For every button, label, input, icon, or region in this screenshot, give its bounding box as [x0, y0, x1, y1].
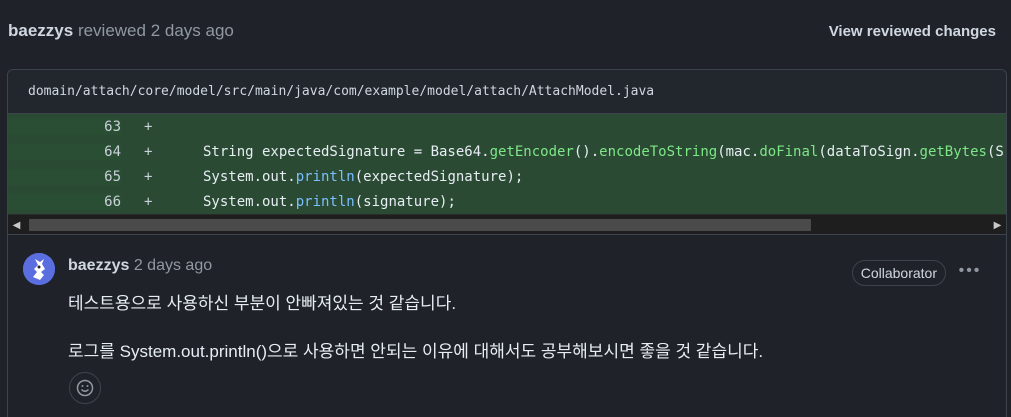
code-token: (S: [986, 143, 1004, 160]
line-number[interactable]: 66: [8, 193, 121, 210]
avatar-graphic: [23, 253, 55, 285]
code-content: System.out.println(expectedSignature);: [144, 169, 523, 185]
avatar-icon[interactable]: [23, 253, 55, 285]
review-comment: baezzys 2 days ago Collaborator ••• 테스트용…: [8, 234, 1006, 417]
comment-paragraph: 로그를 System.out.println()으로 사용하면 안되는 이유에 …: [68, 342, 764, 361]
smiley-graphic: [76, 379, 94, 397]
code-token: getEncoder: [489, 143, 574, 160]
scroll-left-arrow-icon[interactable]: ◀: [8, 215, 25, 235]
more-options-icon[interactable]: •••: [958, 259, 982, 283]
code-token: System.out.: [203, 168, 296, 185]
code-content: System.out.println(signature);: [144, 194, 456, 210]
code-token: encodeToString: [599, 143, 718, 160]
diff-hunk: 63 +64 + String expectedSignature = Base64.…: [8, 114, 1006, 214]
code-token: (signature);: [354, 193, 456, 210]
horizontal-scrollbar[interactable]: ◀ ▶: [8, 214, 1006, 234]
comment-author[interactable]: baezzys: [68, 257, 129, 274]
diff-sign: +: [144, 168, 153, 185]
line-number[interactable]: 65: [8, 168, 121, 185]
line-number[interactable]: 63: [8, 118, 121, 135]
diff-line: 66 + System.out.println(signature);: [8, 189, 1006, 214]
code-token: doFinal: [759, 143, 819, 160]
code-token: (expectedSignature);: [354, 168, 524, 185]
diff-sign: +: [144, 193, 153, 210]
view-reviewed-changes-link[interactable]: View reviewed changes: [829, 23, 996, 40]
diff-line: 63 +: [8, 114, 1006, 139]
comment-time[interactable]: 2 days ago: [134, 257, 212, 274]
review-action: reviewed 2 days ago: [77, 21, 234, 40]
code-token: (mac.: [717, 143, 760, 160]
scrollbar-thumb[interactable]: [29, 219, 811, 231]
code-token: println: [295, 168, 355, 185]
code-token: getBytes: [919, 143, 987, 160]
code-token: (dataToSign.: [818, 143, 920, 160]
comment-header: baezzys 2 days ago: [68, 257, 212, 275]
collaborator-badge: Collaborator: [851, 260, 946, 286]
review-summary: baezzys reviewed 2 days ago: [8, 21, 234, 41]
review-header: baezzys reviewed 2 days ago View reviewe…: [0, 0, 1011, 62]
code-content: String expectedSignature = Base64.getEnc…: [144, 144, 1004, 160]
code-token: System.out.: [203, 193, 296, 210]
diff-sign: +: [144, 143, 153, 160]
diff-line: 65 + System.out.println(expectedSignature)…: [8, 164, 1006, 189]
comment-paragraph: 테스트용으로 사용하신 부분이 안빠져있는 것 같습니다.: [68, 294, 457, 313]
review-author[interactable]: baezzys: [8, 21, 73, 40]
code-token: ().: [573, 143, 600, 160]
review-thread: domain/attach/core/model/src/main/java/c…: [7, 69, 1007, 417]
code-token: println: [295, 193, 355, 210]
scroll-right-arrow-icon[interactable]: ▶: [989, 215, 1006, 235]
code-token: String expectedSignature = Base64.: [203, 143, 490, 160]
diff-sign: +: [144, 118, 153, 135]
file-path[interactable]: domain/attach/core/model/src/main/java/c…: [8, 70, 1006, 114]
line-number[interactable]: 64: [8, 143, 121, 160]
smiley-icon[interactable]: [69, 372, 101, 404]
diff-line: 64 + String expectedSignature = Base64.get…: [8, 139, 1006, 164]
